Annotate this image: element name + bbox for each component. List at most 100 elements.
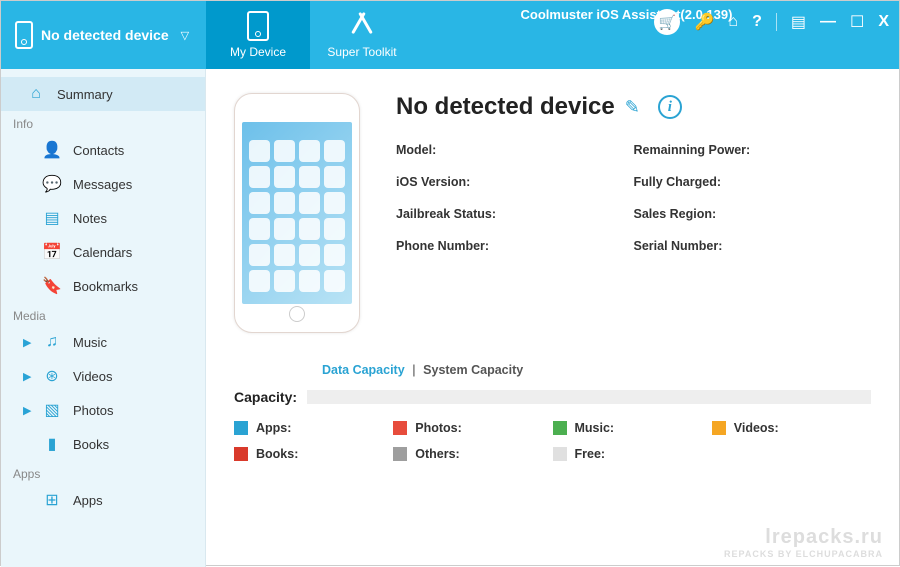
capacity-tabs: Data Capacity | System Capacity [234, 363, 871, 377]
sidebar-item-label: Music [73, 335, 107, 350]
device-title-row: No detected device ✎ i [396, 93, 871, 121]
music-icon: ♫ [43, 333, 61, 351]
edit-icon[interactable]: ✎ [625, 97, 640, 118]
sidebar-group-media: Media [1, 303, 205, 325]
sidebar-item-notes[interactable]: ▤ Notes [1, 201, 205, 235]
device-selector-label: No detected device [41, 27, 169, 43]
capacity-legend: Apps: Photos: Music: Videos: Books: Othe… [234, 421, 871, 461]
tab-label: My Device [230, 45, 286, 59]
swatch [393, 447, 407, 461]
sidebar-item-messages[interactable]: 💬 Messages [1, 167, 205, 201]
legend-videos: Videos: [712, 421, 871, 435]
top-tabs: My Device Super Toolkit [206, 1, 414, 69]
device-selector[interactable]: No detected device ▽ [1, 1, 206, 69]
legend-books: Books: [234, 447, 393, 461]
legend-music: Music: [553, 421, 712, 435]
minimize-button[interactable]: — [820, 13, 836, 31]
maximize-button[interactable]: ☐ [850, 12, 864, 32]
sidebar-item-books[interactable]: ▮ Books [1, 427, 205, 461]
sidebar-item-label: Apps [73, 493, 103, 508]
sidebar-item-videos[interactable]: ▶ ⊛ Videos [1, 359, 205, 393]
sidebar-item-summary[interactable]: ⌂ Summary [1, 77, 205, 111]
swatch [234, 447, 248, 461]
sidebar-item-apps[interactable]: ⊞ Apps [1, 483, 205, 517]
book-icon: ▮ [43, 435, 61, 453]
body: ⌂ Summary Info 👤 Contacts 💬 Messages ▤ N… [1, 69, 899, 567]
calendar-icon: 📅 [43, 243, 61, 261]
spec-grid: Model: Remainning Power: iOS Version: Fu… [396, 143, 871, 253]
separator: | [412, 363, 416, 377]
close-button[interactable]: X [878, 13, 889, 31]
capacity-bar [307, 390, 871, 404]
phone-icon [15, 21, 33, 49]
bookmark-icon: 🔖 [43, 277, 61, 295]
swatch [234, 421, 248, 435]
tab-system-capacity[interactable]: System Capacity [423, 363, 523, 377]
sidebar-item-bookmarks[interactable]: 🔖 Bookmarks [1, 269, 205, 303]
cart-icon[interactable]: 🛒 [654, 9, 680, 35]
expand-icon[interactable]: ▶ [23, 404, 31, 417]
sidebar-item-calendars[interactable]: 📅 Calendars [1, 235, 205, 269]
capacity-bar-row: Capacity: [234, 389, 871, 405]
legend-apps: Apps: [234, 421, 393, 435]
tab-label: Super Toolkit [327, 45, 396, 59]
sidebar-item-label: Messages [73, 177, 132, 192]
home-icon[interactable]: ⌂ [728, 13, 738, 31]
device-row: No detected device ✎ i Model: Remainning… [234, 93, 871, 333]
sidebar-item-label: Bookmarks [73, 279, 138, 294]
info-icon[interactable]: i [658, 95, 682, 119]
window-controls: 🛒 🔑 ⌂ ? ▤ — ☐ X [654, 9, 889, 35]
tab-super-toolkit[interactable]: Super Toolkit [310, 1, 414, 69]
swatch [553, 447, 567, 461]
watermark: lrepacks.ru REPACKS BY ELCHUPACABRA [724, 526, 883, 559]
video-icon: ⊛ [43, 367, 61, 385]
app-grid [249, 140, 345, 288]
device-image [234, 93, 360, 333]
swatch [393, 421, 407, 435]
device-info: No detected device ✎ i Model: Remainning… [396, 93, 871, 333]
capacity-label: Capacity: [234, 389, 297, 405]
spec-jailbreak: Jailbreak Status: [396, 207, 634, 221]
spec-ios-version: iOS Version: [396, 175, 634, 189]
tab-my-device[interactable]: My Device [206, 1, 310, 69]
contacts-icon: 👤 [43, 141, 61, 159]
spec-remaining-power: Remainning Power: [634, 143, 872, 157]
apps-icon: ⊞ [43, 491, 61, 509]
expand-icon[interactable]: ▶ [23, 370, 31, 383]
chevron-down-icon: ▽ [181, 29, 189, 42]
sidebar-item-label: Summary [57, 87, 113, 102]
sidebar: ⌂ Summary Info 👤 Contacts 💬 Messages ▤ N… [1, 69, 206, 567]
header: No detected device ▽ My Device Super Too… [1, 1, 899, 69]
tab-data-capacity[interactable]: Data Capacity [322, 363, 405, 377]
home-icon: ⌂ [27, 85, 45, 103]
spec-model: Model: [396, 143, 634, 157]
sidebar-group-apps: Apps [1, 461, 205, 483]
photo-icon: ▧ [43, 401, 61, 419]
spec-serial-number: Serial Number: [634, 239, 872, 253]
sidebar-item-label: Books [73, 437, 109, 452]
legend-free: Free: [553, 447, 712, 461]
separator [776, 13, 777, 31]
spec-fully-charged: Fully Charged: [634, 175, 872, 189]
sidebar-group-info: Info [1, 111, 205, 133]
swatch [553, 421, 567, 435]
swatch [712, 421, 726, 435]
sidebar-item-music[interactable]: ▶ ♫ Music [1, 325, 205, 359]
phone-icon [247, 11, 269, 41]
notes-icon: ▤ [43, 209, 61, 227]
help-icon[interactable]: ? [752, 13, 762, 31]
key-icon[interactable]: 🔑 [694, 12, 714, 32]
expand-icon[interactable]: ▶ [23, 336, 31, 349]
sidebar-item-label: Contacts [73, 143, 124, 158]
tools-icon [351, 11, 373, 41]
sidebar-item-label: Calendars [73, 245, 132, 260]
main-panel: No detected device ✎ i Model: Remainning… [206, 69, 899, 567]
feedback-icon[interactable]: ▤ [791, 12, 806, 32]
spec-sales-region: Sales Region: [634, 207, 872, 221]
sidebar-item-contacts[interactable]: 👤 Contacts [1, 133, 205, 167]
sidebar-item-label: Notes [73, 211, 107, 226]
sidebar-item-photos[interactable]: ▶ ▧ Photos [1, 393, 205, 427]
device-name: No detected device [396, 93, 615, 121]
legend-others: Others: [393, 447, 552, 461]
sidebar-item-label: Photos [73, 403, 113, 418]
